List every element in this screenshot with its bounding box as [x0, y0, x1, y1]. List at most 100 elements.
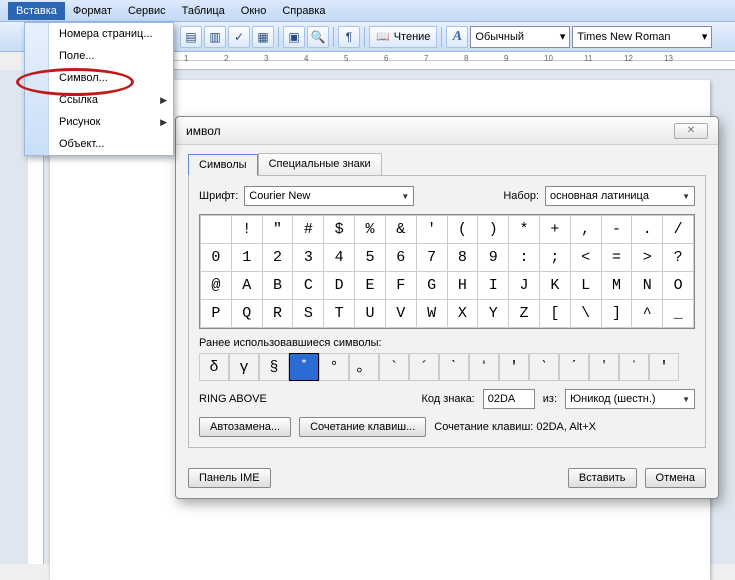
toolbar-btn[interactable]: ▤: [180, 26, 202, 48]
char-cell[interactable]: P: [201, 300, 232, 328]
char-cell[interactable]: ]: [601, 300, 632, 328]
char-cell[interactable]: /: [663, 216, 694, 244]
menu-item-link[interactable]: Ссылка▶: [53, 89, 173, 111]
char-cell[interactable]: ,: [570, 216, 601, 244]
char-cell[interactable]: 5: [355, 244, 386, 272]
char-cell[interactable]: ): [478, 216, 509, 244]
char-cell[interactable]: +: [539, 216, 570, 244]
char-cell[interactable]: !: [231, 216, 262, 244]
char-cell[interactable]: -: [601, 216, 632, 244]
char-cell[interactable]: U: [355, 300, 386, 328]
recent-char[interactable]: ´: [409, 353, 439, 381]
menu-service[interactable]: Сервис: [120, 2, 174, 20]
char-cell[interactable]: O: [663, 272, 694, 300]
char-cell[interactable]: [201, 216, 232, 244]
char-cell[interactable]: G: [416, 272, 447, 300]
menu-help[interactable]: Справка: [274, 2, 333, 20]
recent-char[interactable]: ˈ: [619, 353, 649, 381]
char-cell[interactable]: T: [324, 300, 355, 328]
style-combo[interactable]: Обычный▾: [470, 26, 570, 48]
recent-char[interactable]: ′: [499, 353, 529, 381]
char-cell[interactable]: M: [601, 272, 632, 300]
font-select[interactable]: Courier New▼: [244, 186, 414, 206]
code-input[interactable]: [483, 389, 535, 409]
recent-char[interactable]: ˊ: [559, 353, 589, 381]
char-cell[interactable]: ;: [539, 244, 570, 272]
char-cell[interactable]: ': [416, 216, 447, 244]
close-button[interactable]: ✕: [674, 123, 708, 139]
recent-char[interactable]: ˚: [289, 353, 319, 381]
char-cell[interactable]: 3: [293, 244, 324, 272]
char-cell[interactable]: :: [509, 244, 540, 272]
char-cell[interactable]: ": [262, 216, 293, 244]
menu-insert[interactable]: Вставка: [8, 2, 65, 20]
char-cell[interactable]: E: [355, 272, 386, 300]
menu-table[interactable]: Таблица: [174, 2, 233, 20]
recent-char[interactable]: ʼ: [589, 353, 619, 381]
menu-item-object[interactable]: Объект...: [53, 133, 173, 155]
char-cell[interactable]: <: [570, 244, 601, 272]
subset-select[interactable]: основная латиница▼: [545, 186, 695, 206]
char-cell[interactable]: F: [385, 272, 416, 300]
char-cell[interactable]: 8: [447, 244, 478, 272]
char-cell[interactable]: 6: [385, 244, 416, 272]
toolbar-btn[interactable]: 🔍: [307, 26, 329, 48]
char-cell[interactable]: L: [570, 272, 601, 300]
styles-icon[interactable]: A: [446, 26, 468, 48]
menu-item-page-numbers[interactable]: Номера страниц...: [53, 23, 173, 45]
recent-char[interactable]: ': [649, 353, 679, 381]
char-cell[interactable]: B: [262, 272, 293, 300]
char-cell[interactable]: C: [293, 272, 324, 300]
char-cell[interactable]: V: [385, 300, 416, 328]
recent-char[interactable]: ˋ: [439, 353, 469, 381]
char-cell[interactable]: 9: [478, 244, 509, 272]
char-cell[interactable]: J: [509, 272, 540, 300]
char-cell[interactable]: *: [509, 216, 540, 244]
char-cell[interactable]: \: [570, 300, 601, 328]
char-cell[interactable]: [: [539, 300, 570, 328]
recent-char[interactable]: γ: [229, 353, 259, 381]
insert-button[interactable]: Вставить: [568, 468, 637, 488]
char-cell[interactable]: ?: [663, 244, 694, 272]
recent-char[interactable]: `: [379, 353, 409, 381]
char-cell[interactable]: ^: [632, 300, 663, 328]
char-cell[interactable]: R: [262, 300, 293, 328]
cancel-button[interactable]: Отмена: [645, 468, 706, 488]
char-cell[interactable]: W: [416, 300, 447, 328]
toolbar-btn[interactable]: ▥: [204, 26, 226, 48]
char-cell[interactable]: .: [632, 216, 663, 244]
char-cell[interactable]: %: [355, 216, 386, 244]
font-combo[interactable]: Times New Roman▾: [572, 26, 712, 48]
toolbar-btn[interactable]: ✓: [228, 26, 250, 48]
char-cell[interactable]: 2: [262, 244, 293, 272]
char-cell[interactable]: K: [539, 272, 570, 300]
char-cell[interactable]: I: [478, 272, 509, 300]
reading-mode-btn[interactable]: 📖Чтение: [369, 26, 437, 48]
menu-format[interactable]: Формат: [65, 2, 120, 20]
recent-char[interactable]: ʻ: [469, 353, 499, 381]
char-cell[interactable]: 1: [231, 244, 262, 272]
char-cell[interactable]: N: [632, 272, 663, 300]
char-cell[interactable]: S: [293, 300, 324, 328]
char-cell[interactable]: X: [447, 300, 478, 328]
autocorrect-button[interactable]: Автозамена...: [199, 417, 291, 437]
tab-special[interactable]: Специальные знаки: [258, 153, 382, 175]
char-cell[interactable]: H: [447, 272, 478, 300]
toolbar-btn[interactable]: ▦: [252, 26, 274, 48]
char-cell[interactable]: 7: [416, 244, 447, 272]
char-cell[interactable]: A: [231, 272, 262, 300]
char-cell[interactable]: D: [324, 272, 355, 300]
menu-window[interactable]: Окно: [233, 2, 275, 20]
menu-item-picture[interactable]: Рисунок▶: [53, 111, 173, 133]
char-cell[interactable]: $: [324, 216, 355, 244]
recent-char[interactable]: §: [259, 353, 289, 381]
ime-panel-button[interactable]: Панель IME: [188, 468, 271, 488]
char-cell[interactable]: &: [385, 216, 416, 244]
char-cell[interactable]: 4: [324, 244, 355, 272]
char-cell[interactable]: 0: [201, 244, 232, 272]
char-cell[interactable]: (: [447, 216, 478, 244]
recent-char[interactable]: δ: [199, 353, 229, 381]
char-cell[interactable]: Q: [231, 300, 262, 328]
menu-item-field[interactable]: Поле...: [53, 45, 173, 67]
tab-symbols[interactable]: Символы: [188, 154, 258, 176]
